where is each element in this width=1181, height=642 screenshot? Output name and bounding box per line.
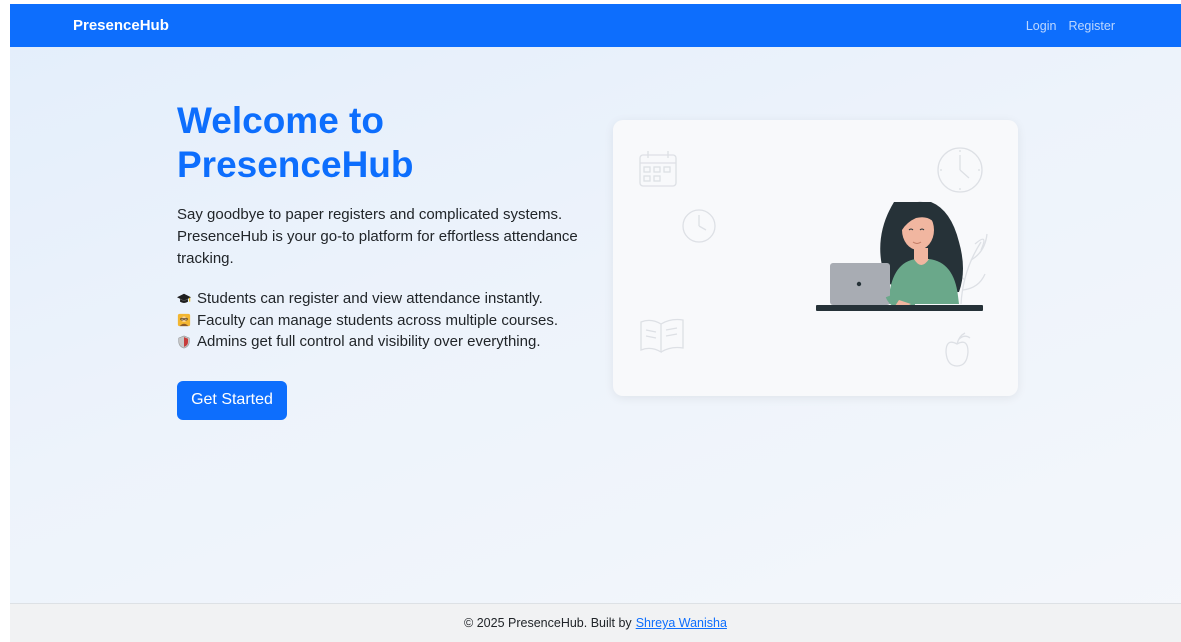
brand-link[interactable]: PresenceHub — [73, 17, 169, 34]
hero-title: Welcome to PresenceHub — [177, 100, 414, 185]
calendar-icon — [639, 151, 677, 187]
feature-text: Students can register and view attendanc… — [197, 290, 543, 307]
nav-register-link[interactable]: Register — [1068, 19, 1115, 33]
footer: © 2025 PresenceHub. Built by Shreya Wani… — [10, 603, 1181, 642]
book-icon — [640, 318, 684, 354]
illustration-card — [613, 120, 1018, 396]
woman-with-laptop-illustration — [816, 201, 983, 311]
shield-icon — [178, 335, 190, 349]
feature-item-admins: Admins get full control and visibility o… — [177, 331, 597, 353]
feature-item-faculty: Faculty can manage students across multi… — [177, 310, 597, 332]
feature-text: Admins get full control and visibility o… — [197, 333, 541, 350]
footer-copyright: © 2025 PresenceHub. Built by — [464, 616, 632, 630]
hero-section: Welcome to PresenceHub Say goodbye to pa… — [177, 99, 597, 420]
feature-list: Students can register and view attendanc… — [177, 288, 597, 353]
hero-description: Say goodbye to paper registers and compl… — [177, 206, 578, 267]
feature-item-students: Students can register and view attendanc… — [177, 288, 597, 310]
footer-author-link[interactable]: Shreya Wanisha — [636, 616, 727, 630]
teacher-icon — [177, 314, 191, 327]
feature-text: Faculty can manage students across multi… — [197, 311, 559, 329]
graduation-cap-icon — [177, 293, 191, 303]
page: PresenceHub Login Register Welcome to Pr… — [10, 4, 1181, 642]
navbar: PresenceHub Login Register — [10, 4, 1181, 47]
clock-icon — [682, 209, 716, 243]
apple-icon — [945, 332, 971, 367]
get-started-button[interactable]: Get Started — [177, 380, 287, 420]
hero-illustration — [639, 147, 988, 367]
clock-icon — [937, 147, 983, 193]
nav-login-link[interactable]: Login — [1026, 19, 1057, 33]
nav-links: Login Register — [1026, 19, 1115, 33]
